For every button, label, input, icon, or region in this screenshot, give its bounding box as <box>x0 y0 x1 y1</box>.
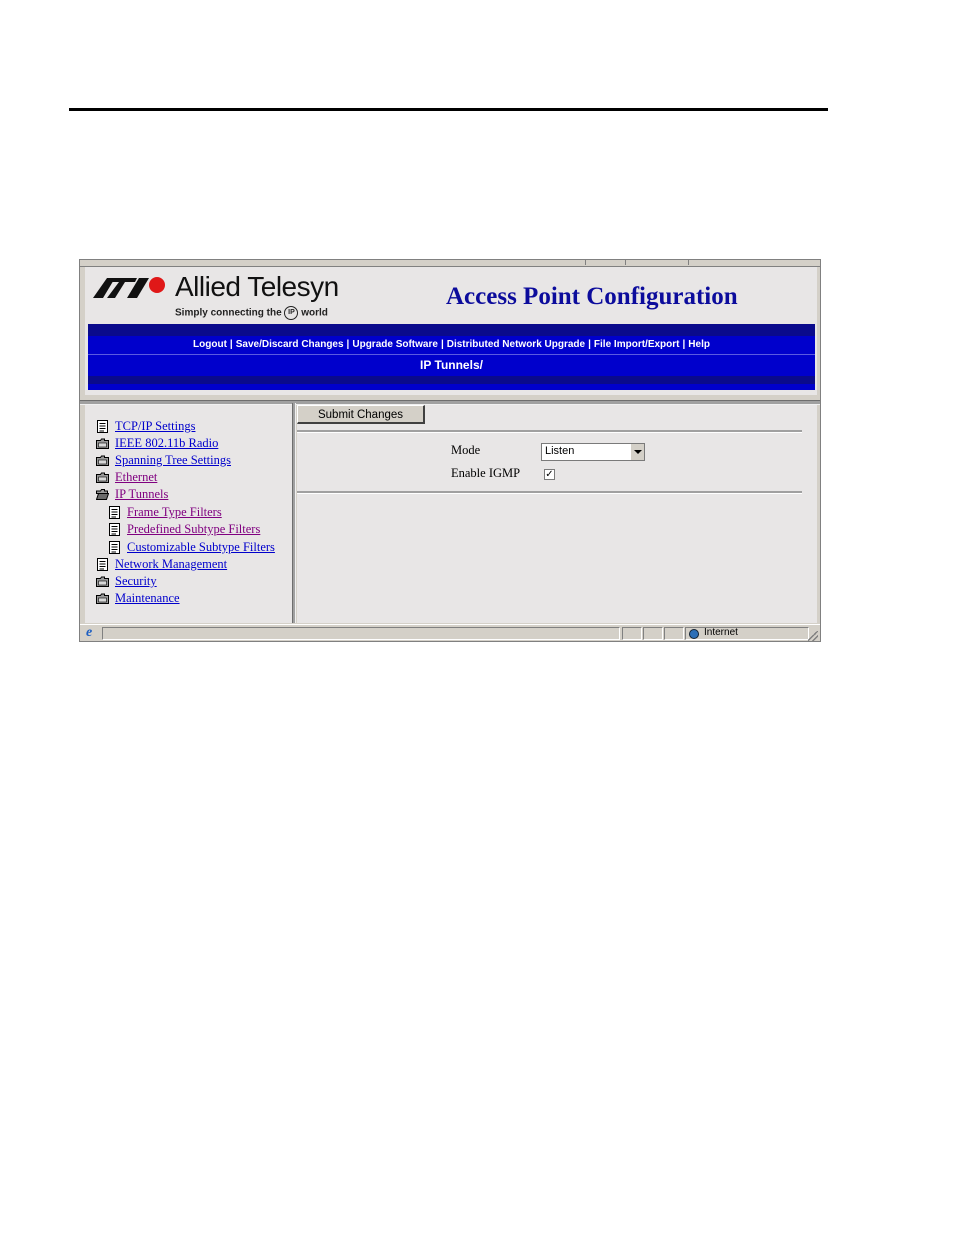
folder-closed-icon <box>96 438 109 449</box>
checkmark-icon: ✓ <box>545 469 554 480</box>
sidebar-item-label[interactable]: Network Management <box>115 557 227 572</box>
page-icon <box>109 541 120 554</box>
page-icon <box>109 523 120 536</box>
sidebar-item-ethernet[interactable]: Ethernet <box>96 469 157 486</box>
ip-circle-icon: IP <box>284 306 299 320</box>
folder-closed-icon <box>96 455 109 466</box>
sidebar-item-ip-tunnels[interactable]: IP Tunnels <box>96 486 168 503</box>
logo-name: Allied Telesyn <box>175 271 339 302</box>
status-cell <box>622 627 642 640</box>
nav-upgrade-software[interactable]: Upgrade Software <box>350 339 440 350</box>
browser-status-bar: e Internet <box>80 624 820 641</box>
page-icon <box>97 420 108 433</box>
enable-igmp-checkbox[interactable]: ✓ <box>544 469 555 480</box>
header-band-base <box>88 384 815 390</box>
chevron-down-icon[interactable] <box>630 444 644 460</box>
sidebar-item-label[interactable]: Frame Type Filters <box>127 505 222 520</box>
folder-closed-icon <box>96 593 109 604</box>
logo-tagline: Simply connecting the IP world <box>175 306 328 320</box>
nav-help[interactable]: Help <box>686 339 712 350</box>
mode-select[interactable]: Listen <box>541 443 645 461</box>
header-band-bottom <box>88 376 815 384</box>
folder-closed-icon <box>96 472 109 483</box>
sidebar-item-label[interactable]: Ethernet <box>115 470 157 485</box>
sidebar-item-label[interactable]: TCP/IP Settings <box>115 419 195 434</box>
sidebar-item-maintenance[interactable]: Maintenance <box>96 590 180 607</box>
sidebar-item-label[interactable]: IP Tunnels <box>115 487 168 502</box>
app-title: Access Point Configuration <box>446 283 738 310</box>
submit-changes-button[interactable]: Submit Changes <box>297 405 425 424</box>
sidebar-item-label[interactable]: IEEE 802.11b Radio <box>115 436 218 451</box>
folder-open-icon <box>96 489 109 500</box>
sidebar-item-predefined-subtype-filters[interactable]: Predefined Subtype Filters <box>108 521 260 538</box>
status-cell <box>643 627 663 640</box>
page-icon <box>109 506 120 519</box>
security-zone-label: Internet <box>704 627 738 638</box>
globe-icon <box>689 629 699 639</box>
sidebar-item-frame-type-filters[interactable]: Frame Type Filters <box>108 504 222 521</box>
form-divider-bottom <box>297 491 802 494</box>
mode-label: Mode <box>451 443 481 457</box>
nav-file-import-export[interactable]: File Import/Export <box>592 339 682 350</box>
sidebar-item-label[interactable]: Maintenance <box>115 591 180 606</box>
sidebar-item-security[interactable]: Security <box>96 573 157 590</box>
folder-closed-icon <box>96 576 109 587</box>
sidebar-item-label[interactable]: Spanning Tree Settings <box>115 453 231 468</box>
page-top-rule <box>69 108 828 111</box>
header-band-top <box>88 324 815 336</box>
sidebar-item-customizable-subtype-filters[interactable]: Customizable Subtype Filters <box>108 539 275 556</box>
sidebar-item-label[interactable]: Security <box>115 574 157 589</box>
allied-telesyn-logo: Allied Telesyn Simply connecting the IP … <box>93 271 353 322</box>
status-text-cell <box>102 627 620 640</box>
resize-grip-icon[interactable] <box>808 631 818 641</box>
browser-window: Allied Telesyn Simply connecting the IP … <box>79 259 821 642</box>
internet-explorer-icon: e <box>86 625 93 640</box>
sidebar-item-spanning-tree-settings[interactable]: Spanning Tree Settings <box>96 452 231 469</box>
nav-distributed-network-upgrade[interactable]: Distributed Network Upgrade <box>445 339 587 350</box>
allied-telesyn-logo-mark-icon <box>93 277 165 298</box>
nav-save-discard-changes[interactable]: Save/Discard Changes <box>234 339 346 350</box>
sidebar-item-network-management[interactable]: Network Management <box>96 556 227 573</box>
mode-select-value: Listen <box>545 445 575 457</box>
page-icon <box>97 558 108 571</box>
frame-divider-vertical[interactable] <box>292 403 296 623</box>
top-nav-bar: Logout | Save/Discard Changes | Upgrade Soft… <box>88 336 815 354</box>
breadcrumb: IP Tunnels/ <box>88 354 815 376</box>
sidebar-item-tcpip-settings[interactable]: TCP/IP Settings <box>96 418 195 435</box>
main-content: Submit Changes Mode Listen Enable IGMP ✓ <box>297 405 817 623</box>
sidebar-item-label[interactable]: Customizable Subtype Filters <box>127 540 275 555</box>
page-header: Allied Telesyn Simply connecting the IP … <box>85 267 817 395</box>
form-divider-top <box>297 430 802 433</box>
sidebar-tree: TCP/IP Settings IEEE 802.11b Radio Spann… <box>85 405 292 623</box>
sidebar-item-ieee-80211b-radio[interactable]: IEEE 802.11b Radio <box>96 435 218 452</box>
enable-igmp-label: Enable IGMP <box>451 466 521 480</box>
window-top-strip <box>80 260 820 267</box>
sidebar-item-label[interactable]: Predefined Subtype Filters <box>127 522 260 537</box>
nav-logout[interactable]: Logout <box>191 339 229 350</box>
status-cell <box>664 627 684 640</box>
